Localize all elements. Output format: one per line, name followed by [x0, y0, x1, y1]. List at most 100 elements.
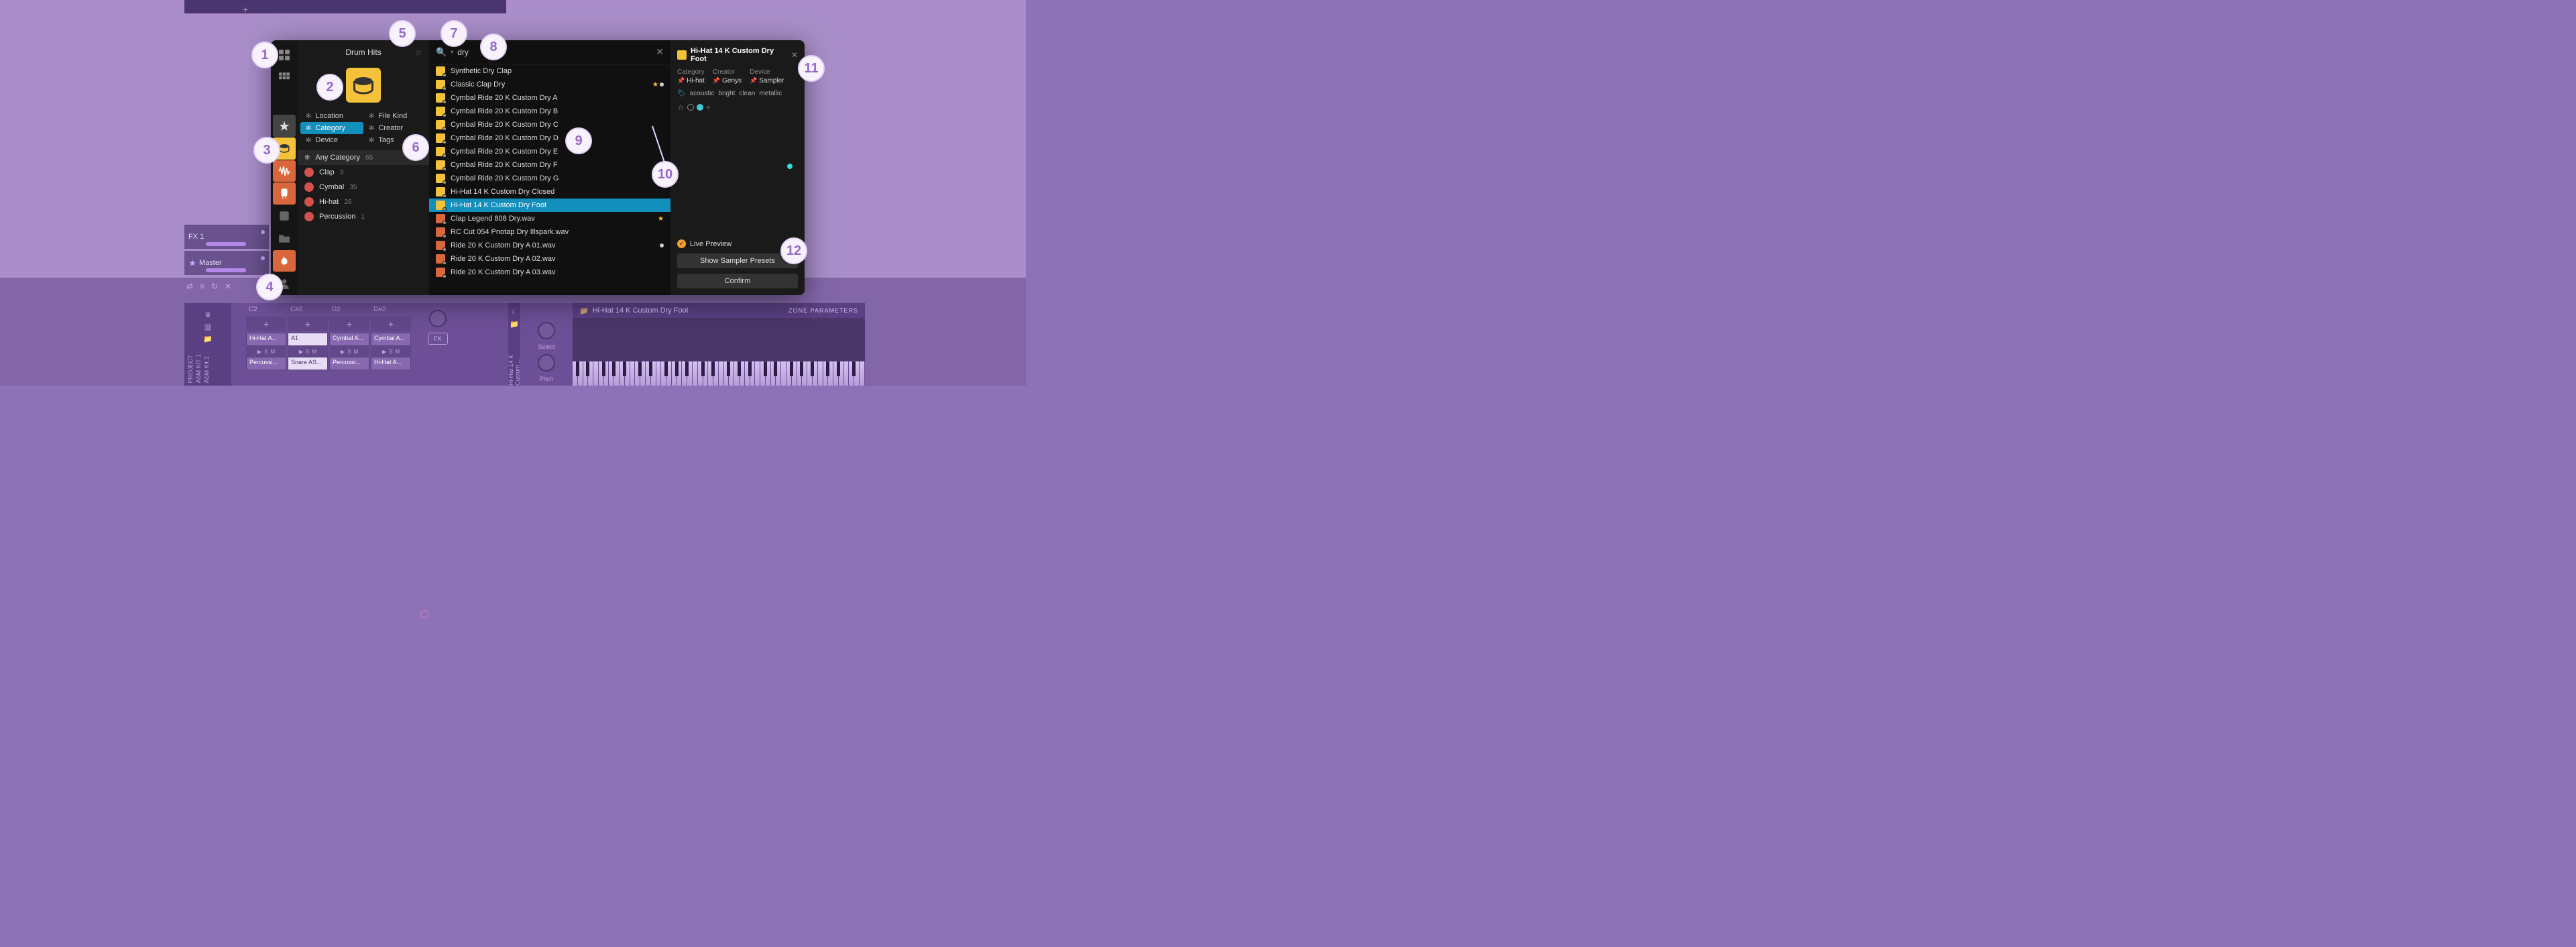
meta-device-value[interactable]: 📌Sampler — [750, 77, 784, 85]
drum-add-button[interactable]: + — [288, 317, 328, 331]
sidebar-folder-tab[interactable] — [273, 227, 296, 249]
drum-cell[interactable]: Percussi... — [329, 357, 369, 370]
category-item[interactable]: Hi-hat26 — [298, 194, 429, 209]
result-item[interactable]: Cymbal Ride 20 K Custom Dry G — [429, 172, 670, 185]
toolbar-routing-icon[interactable]: ⇄ — [186, 282, 193, 291]
result-item[interactable]: Classic Clap Dry★ — [429, 78, 670, 91]
add-color-button[interactable]: + — [706, 103, 711, 112]
play-button[interactable]: ▶ — [341, 349, 345, 355]
toolbar-list-icon[interactable]: ≡ — [200, 282, 204, 291]
tag[interactable]: bright — [718, 90, 735, 97]
sampler-controls: Select Pitch — [520, 303, 573, 386]
keyboard-display[interactable] — [573, 361, 865, 386]
meta-device-label: Device — [750, 68, 784, 76]
drum-add-button[interactable]: + — [371, 317, 411, 331]
sidebar-star-tab[interactable] — [273, 115, 296, 137]
tag[interactable]: clean — [739, 90, 755, 97]
play-button[interactable]: ▶ — [257, 349, 261, 355]
drum-cell-selected[interactable]: Snare AS... — [288, 357, 328, 370]
result-item[interactable]: Cymbal Ride 20 K Custom Dry E — [429, 145, 670, 158]
filter-creator[interactable]: ✻Creator — [363, 122, 426, 134]
drum-add-button[interactable]: + — [246, 317, 286, 331]
search-clear-button[interactable]: ✕ — [656, 46, 664, 58]
mute-button[interactable]: M — [395, 349, 400, 355]
result-item[interactable]: Ride 20 K Custom Dry A 02.wav — [429, 252, 670, 266]
crown-icon[interactable]: ♛ — [184, 309, 231, 321]
result-item[interactable]: Hi-Hat 14 K Custom Dry Closed — [429, 185, 670, 199]
piano-icon[interactable]: ▥ — [184, 321, 231, 333]
drum-cell[interactable]: Hi-Hat A... — [371, 357, 411, 370]
sidebar-wave-tab[interactable] — [273, 160, 296, 182]
drum-cell[interactable]: Cymbal A... — [329, 333, 369, 346]
mute-button[interactable]: M — [353, 349, 358, 355]
track-fx1[interactable]: FX 1 — [184, 225, 269, 249]
search-dropdown-chevron-icon[interactable]: ▾ — [451, 49, 453, 55]
show-sampler-presets-button[interactable]: Show Sampler Presets — [677, 254, 798, 268]
confirm-button[interactable]: Confirm — [677, 274, 798, 288]
result-item[interactable]: Cymbal Ride 20 K Custom Dry D — [429, 131, 670, 145]
solo-button[interactable]: S — [264, 349, 268, 355]
meta-category-value[interactable]: 📌Hi-hat — [677, 77, 705, 85]
filter-category[interactable]: ✻Category — [300, 122, 363, 134]
live-preview-toggle[interactable]: ✓ Live Preview — [677, 239, 798, 248]
pitch-knob[interactable] — [538, 354, 555, 372]
filter-location[interactable]: ✻Location — [300, 110, 363, 122]
meta-creator-value[interactable]: 📌Genys — [713, 77, 742, 85]
device-power-button[interactable] — [420, 610, 428, 618]
track-volume-slider[interactable] — [206, 268, 246, 272]
result-item[interactable]: Cymbal Ride 20 K Custom Dry F — [429, 158, 670, 172]
result-item[interactable]: Ride 20 K Custom Dry A 01.wav — [429, 239, 670, 252]
drum-cell[interactable]: Percussi... — [246, 357, 286, 370]
solo-button[interactable]: S — [306, 349, 309, 355]
drum-cell[interactable]: Cymbal A... — [371, 333, 411, 346]
result-item[interactable]: Cymbal Ride 20 K Custom Dry C — [429, 118, 670, 131]
track-volume-slider[interactable] — [206, 242, 246, 246]
tag[interactable]: acoustic — [690, 90, 715, 97]
sidebar-grid2-icon[interactable] — [273, 67, 296, 89]
result-item[interactable]: Ride 20 K Custom Dry A 03.wav — [429, 266, 670, 279]
solo-button[interactable]: S — [389, 349, 392, 355]
result-item[interactable]: RC Cut 054 Pnotap Dry Illspark.wav — [429, 225, 670, 239]
toolbar-refresh-icon[interactable]: ↻ — [211, 282, 218, 291]
filter-device[interactable]: ✻Device — [300, 134, 363, 146]
moon-icon[interactable]: ☾ — [512, 309, 517, 316]
result-item[interactable]: Synthetic Dry Clap — [429, 64, 670, 78]
result-item[interactable]: Clap Legend 808 Dry.wav★ — [429, 212, 670, 225]
sidebar-plug-tab[interactable] — [273, 182, 296, 205]
sidebar-fire-tab[interactable] — [273, 250, 296, 272]
result-item[interactable]: Cymbal Ride 20 K Custom Dry A — [429, 91, 670, 105]
drum-cell-controls: ▶SM — [246, 346, 286, 357]
drum-cell[interactable]: Hi-Hat A... — [246, 333, 286, 346]
fx-button[interactable]: FX — [428, 333, 448, 345]
solo-button[interactable]: S — [347, 349, 351, 355]
detail-tags: 🏷 acoustic bright clean metallic — [677, 90, 798, 97]
toolbar-close-icon[interactable]: ✕ — [225, 282, 231, 291]
track-master[interactable]: Master — [184, 251, 269, 275]
color-tag-cyan[interactable] — [697, 104, 703, 111]
favorite-star[interactable]: ☆ — [677, 103, 685, 112]
mute-button[interactable]: M — [312, 349, 316, 355]
category-item[interactable]: Cymbal35 — [298, 180, 429, 194]
detail-close-button[interactable]: ✕ — [791, 50, 798, 60]
play-button[interactable]: ▶ — [299, 349, 303, 355]
drum-cell-selected[interactable]: A1 — [288, 333, 328, 346]
add-track-button[interactable]: + — [243, 4, 248, 15]
result-item[interactable]: Hi-Hat 14 K Custom Dry Foot — [429, 199, 670, 212]
color-tag-none[interactable] — [687, 104, 694, 111]
favorite-star-button[interactable]: ☆ — [414, 47, 422, 58]
waveform-display[interactable] — [573, 318, 865, 361]
result-item[interactable]: Cymbal Ride 20 K Custom Dry B — [429, 105, 670, 118]
play-button[interactable]: ▶ — [382, 349, 386, 355]
category-item[interactable]: Clap3 — [298, 165, 429, 180]
mute-button[interactable]: M — [270, 349, 275, 355]
select-knob[interactable] — [538, 322, 555, 339]
fx-knob[interactable] — [429, 310, 447, 327]
folder-icon[interactable]: 📁 — [184, 333, 231, 345]
tag[interactable]: metallic — [759, 90, 782, 97]
folder-icon[interactable]: 📁 — [510, 320, 519, 329]
drum-add-button[interactable]: + — [329, 317, 369, 331]
filter-filekind[interactable]: ✻File Kind — [363, 110, 426, 122]
category-item[interactable]: Percussion1 — [298, 209, 429, 224]
sidebar-pad-tab[interactable] — [273, 205, 296, 227]
category-color-dot — [304, 168, 314, 177]
